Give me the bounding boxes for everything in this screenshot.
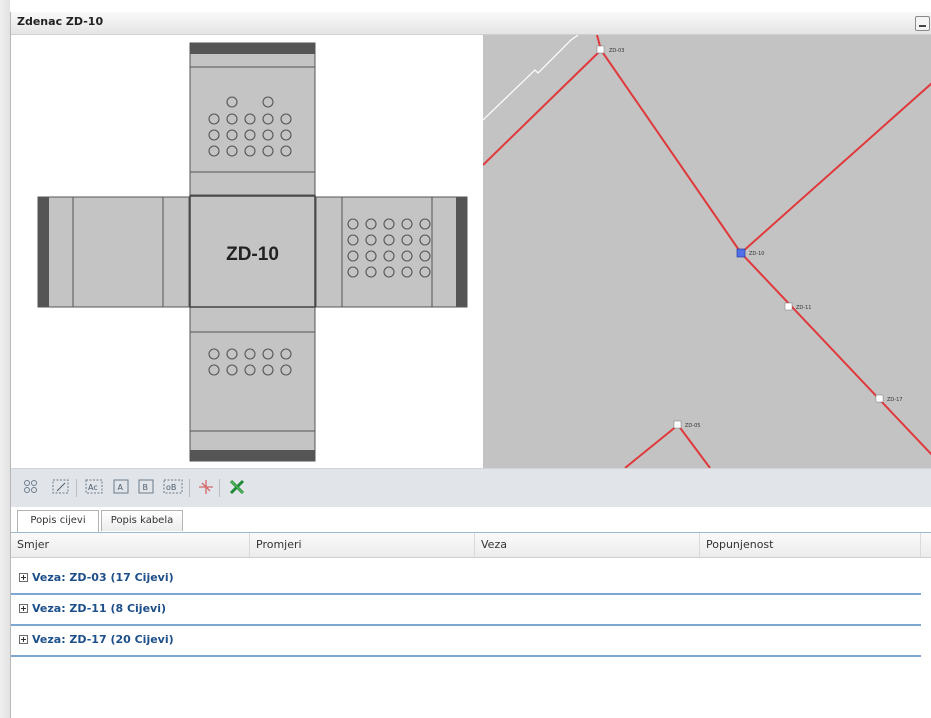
label-b-icon[interactable]: B (136, 478, 156, 496)
map-node-label: ZD-17 (887, 397, 902, 403)
expand-icon[interactable] (19, 635, 28, 644)
tab-popis-kabela[interactable]: Popis kabela (101, 510, 183, 531)
map-node-label: ZD-10 (749, 251, 764, 257)
minimize-button[interactable] (915, 16, 930, 31)
diagram-toolbar: Ac A B oB (11, 468, 931, 507)
svg-text:A: A (118, 483, 124, 492)
map-view[interactable]: ZD-03 ZD-10 ZD-11 ZD-17 ZD-05 (483, 35, 931, 468)
map-node[interactable]: ZD-03 (596, 45, 624, 54)
grid-header: Smjer Promjeri Veza Popunjenost (11, 533, 931, 558)
top-arm[interactable] (189, 42, 316, 196)
svg-text:B: B (143, 483, 149, 492)
group-row[interactable]: Veza: ZD-11 (8 Cijevi) (11, 594, 921, 626)
center-chamber[interactable]: ZD-10 (189, 195, 316, 308)
group-row-label: Veza: ZD-11 (8 Cijevi) (32, 602, 166, 615)
manhole-label: ZD-10 (226, 244, 279, 265)
excel-export-icon[interactable] (227, 478, 247, 496)
label-a-c-icon[interactable]: Ac (84, 478, 104, 496)
window-titlebar[interactable]: Zdenac ZD-10 (11, 12, 931, 35)
zdenac-window: Zdenac ZD-10 ZD-10 ZD-03 ZD-10 ZD-11 ZD-… (10, 12, 931, 718)
cable-line[interactable] (740, 82, 931, 254)
map-node[interactable]: ZD-11 (784, 302, 811, 311)
label-a-icon[interactable]: A (111, 478, 131, 496)
bottom-arm[interactable] (189, 305, 316, 462)
split-icon[interactable] (196, 478, 216, 496)
column-header-smjer[interactable]: Smjer (11, 533, 250, 557)
group-row[interactable]: Veza: ZD-03 (17 Cijevi) (11, 563, 921, 595)
group-row-label: Veza: ZD-17 (20 Cijevi) (32, 633, 174, 646)
column-header-popunjenost[interactable]: Popunjenost (700, 533, 921, 557)
grid-icon[interactable] (21, 478, 41, 496)
group-row-label: Veza: ZD-03 (17 Cijevi) (32, 571, 174, 584)
column-header-veza[interactable]: Veza (475, 533, 700, 557)
cable-line[interactable] (600, 49, 742, 254)
tab-strip: Popis cijevi Popis kabela (11, 507, 931, 533)
svg-text:oB: oB (166, 483, 176, 492)
label-d-b-icon[interactable]: oB (163, 478, 183, 496)
map-node[interactable]: ZD-05 (673, 420, 700, 429)
expand-icon[interactable] (19, 604, 28, 613)
cable-line[interactable] (677, 424, 711, 468)
svg-text:Ac: Ac (88, 483, 98, 492)
manhole-diagram-svg: ZD-10 (37, 42, 468, 462)
column-header-promjeri[interactable]: Promjeri (250, 533, 475, 557)
right-arm[interactable] (315, 196, 468, 308)
map-node[interactable]: ZD-17 (875, 394, 902, 403)
cable-line[interactable] (483, 49, 602, 166)
left-arm[interactable] (37, 196, 190, 308)
window-title: Zdenac ZD-10 (17, 15, 104, 28)
cable-line[interactable] (624, 424, 679, 468)
boundary-line (483, 35, 579, 121)
cable-line[interactable] (740, 252, 931, 456)
group-row[interactable]: Veza: ZD-17 (20 Cijevi) (11, 625, 921, 657)
map-node-label: ZD-05 (685, 423, 700, 429)
map-node-label: ZD-03 (609, 48, 624, 54)
tab-popis-cijevi[interactable]: Popis cijevi (17, 510, 99, 532)
map-svg: ZD-03 ZD-10 ZD-11 ZD-17 ZD-05 (483, 35, 931, 468)
manhole-diagram: ZD-10 (11, 35, 484, 468)
left-frame (0, 0, 10, 718)
expand-icon[interactable] (19, 573, 28, 582)
map-node-selected[interactable]: ZD-10 (736, 248, 764, 258)
select-icon[interactable] (51, 478, 71, 496)
map-node-label: ZD-11 (796, 305, 811, 311)
